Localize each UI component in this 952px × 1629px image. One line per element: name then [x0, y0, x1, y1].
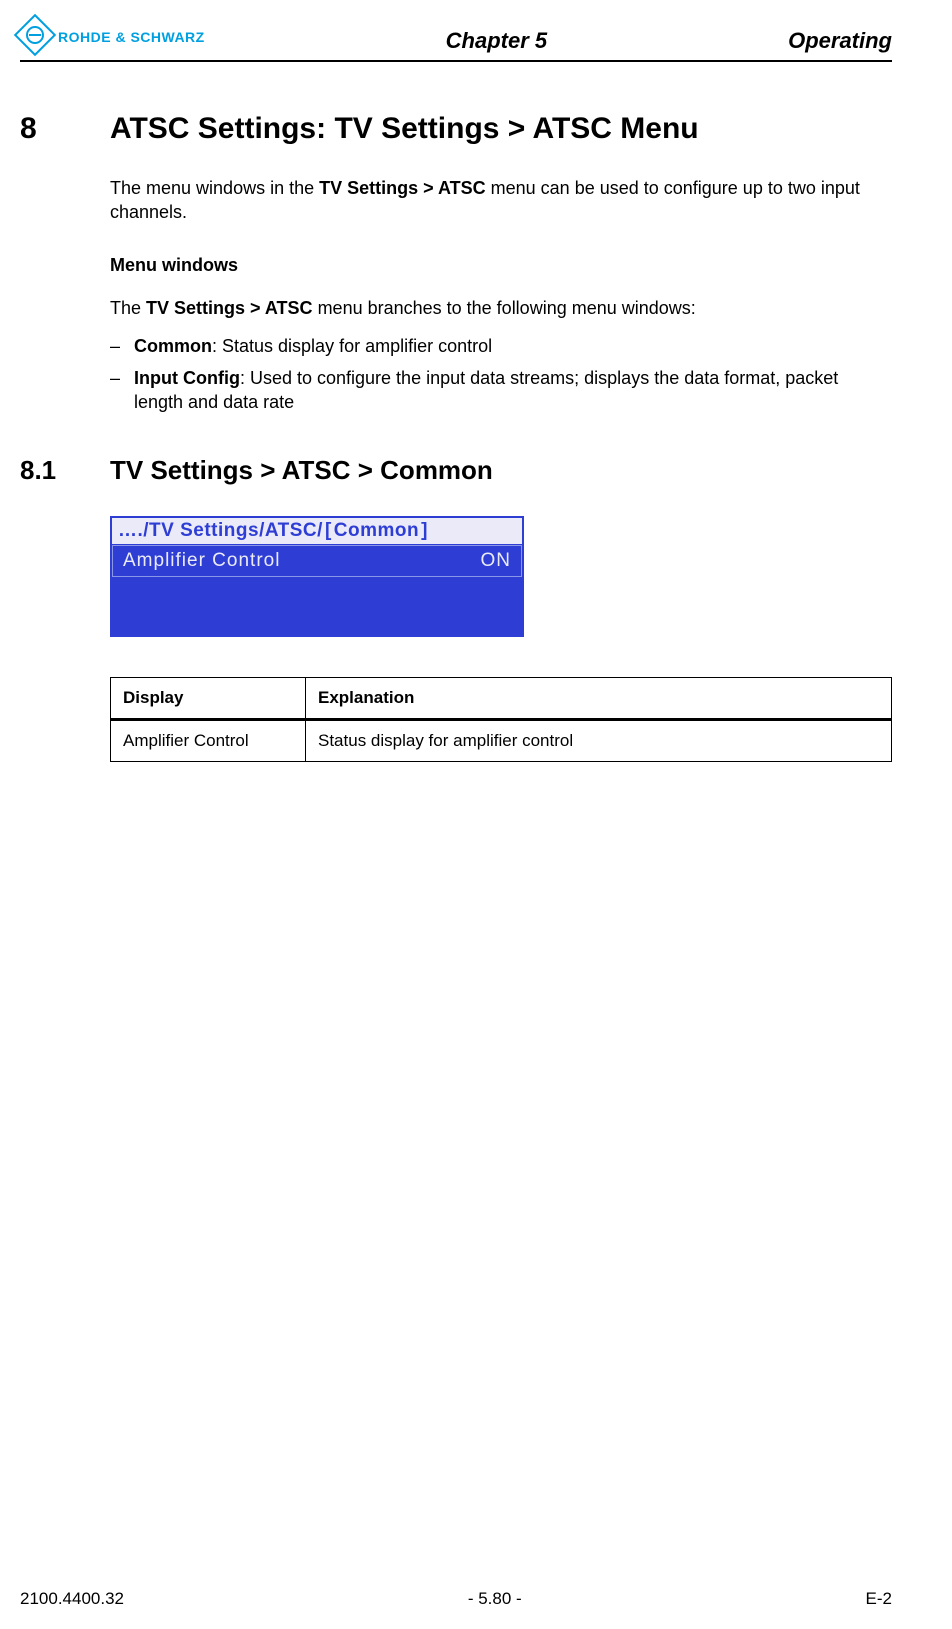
intro-bold: TV Settings > ATSC [319, 178, 486, 198]
lcd-current-menu: Common [334, 520, 419, 542]
branches-pre: The [110, 298, 146, 318]
list-item-bold: Common [134, 336, 212, 356]
lcd-title-bar: …./TV Settings/ATSC/ [ Common ] [112, 518, 522, 545]
section-title: TV Settings > ATSC > Common [110, 455, 493, 486]
section-title: ATSC Settings: TV Settings > ATSC Menu [110, 112, 699, 146]
branches-paragraph: The TV Settings > ATSC menu branches to … [110, 296, 892, 320]
lcd-path: …./TV Settings/ATSC/ [118, 520, 323, 542]
chapter-label: Chapter 5 [205, 28, 788, 54]
info-table: Display Explanation Amplifier Control St… [110, 677, 892, 762]
header-right: Operating [788, 28, 892, 54]
lcd-row: Amplifier Control ON [112, 545, 522, 577]
branches-post: menu branches to the following menu wind… [313, 298, 696, 318]
section-number: 8 [20, 112, 110, 146]
intro-pre: The menu windows in the [110, 178, 319, 198]
list-item: – Input Config: Used to configure the in… [110, 366, 892, 415]
brand-logo: ROHDE & SCHWARZ [20, 20, 205, 54]
bracket-icon: ] [419, 520, 430, 542]
lcd-screenshot: …./TV Settings/ATSC/ [ Common ] Amplifie… [110, 516, 524, 637]
menu-windows-heading: Menu windows [110, 255, 892, 276]
list-item-rest: : Used to configure the input data strea… [134, 368, 838, 412]
branches-bold: TV Settings > ATSC [146, 298, 313, 318]
brand-name: ROHDE & SCHWARZ [58, 29, 205, 45]
brand-logo-icon [14, 14, 56, 56]
lcd-empty-area [112, 577, 522, 635]
lcd-row-value: ON [481, 550, 512, 572]
section-8-1: 8.1 TV Settings > ATSC > Common [20, 455, 892, 486]
menu-windows-list: – Common: Status display for amplifier c… [110, 334, 892, 415]
table-row: Amplifier Control Status display for amp… [111, 719, 892, 761]
lcd-row-label: Amplifier Control [123, 550, 280, 572]
page-footer: 2100.4400.32 - 5.80 - E-2 [20, 1589, 892, 1609]
footer-right: E-2 [866, 1589, 892, 1609]
dash-icon: – [110, 366, 134, 415]
footer-left: 2100.4400.32 [20, 1589, 124, 1609]
table-header-display: Display [111, 677, 306, 719]
table-cell-display: Amplifier Control [111, 719, 306, 761]
section-number: 8.1 [20, 455, 110, 486]
list-item: – Common: Status display for amplifier c… [110, 334, 892, 358]
dash-icon: – [110, 334, 134, 358]
list-item-rest: : Status display for amplifier control [212, 336, 492, 356]
intro-paragraph: The menu windows in the TV Settings > AT… [110, 176, 892, 225]
page-header: ROHDE & SCHWARZ Chapter 5 Operating [20, 20, 892, 62]
footer-center: - 5.80 - [468, 1589, 522, 1609]
bracket-icon: [ [323, 520, 334, 542]
list-item-bold: Input Config [134, 368, 240, 388]
table-header-explanation: Explanation [306, 677, 892, 719]
table-cell-explanation: Status display for amplifier control [306, 719, 892, 761]
table-header-row: Display Explanation [111, 677, 892, 719]
section-8: 8 ATSC Settings: TV Settings > ATSC Menu [20, 112, 892, 146]
